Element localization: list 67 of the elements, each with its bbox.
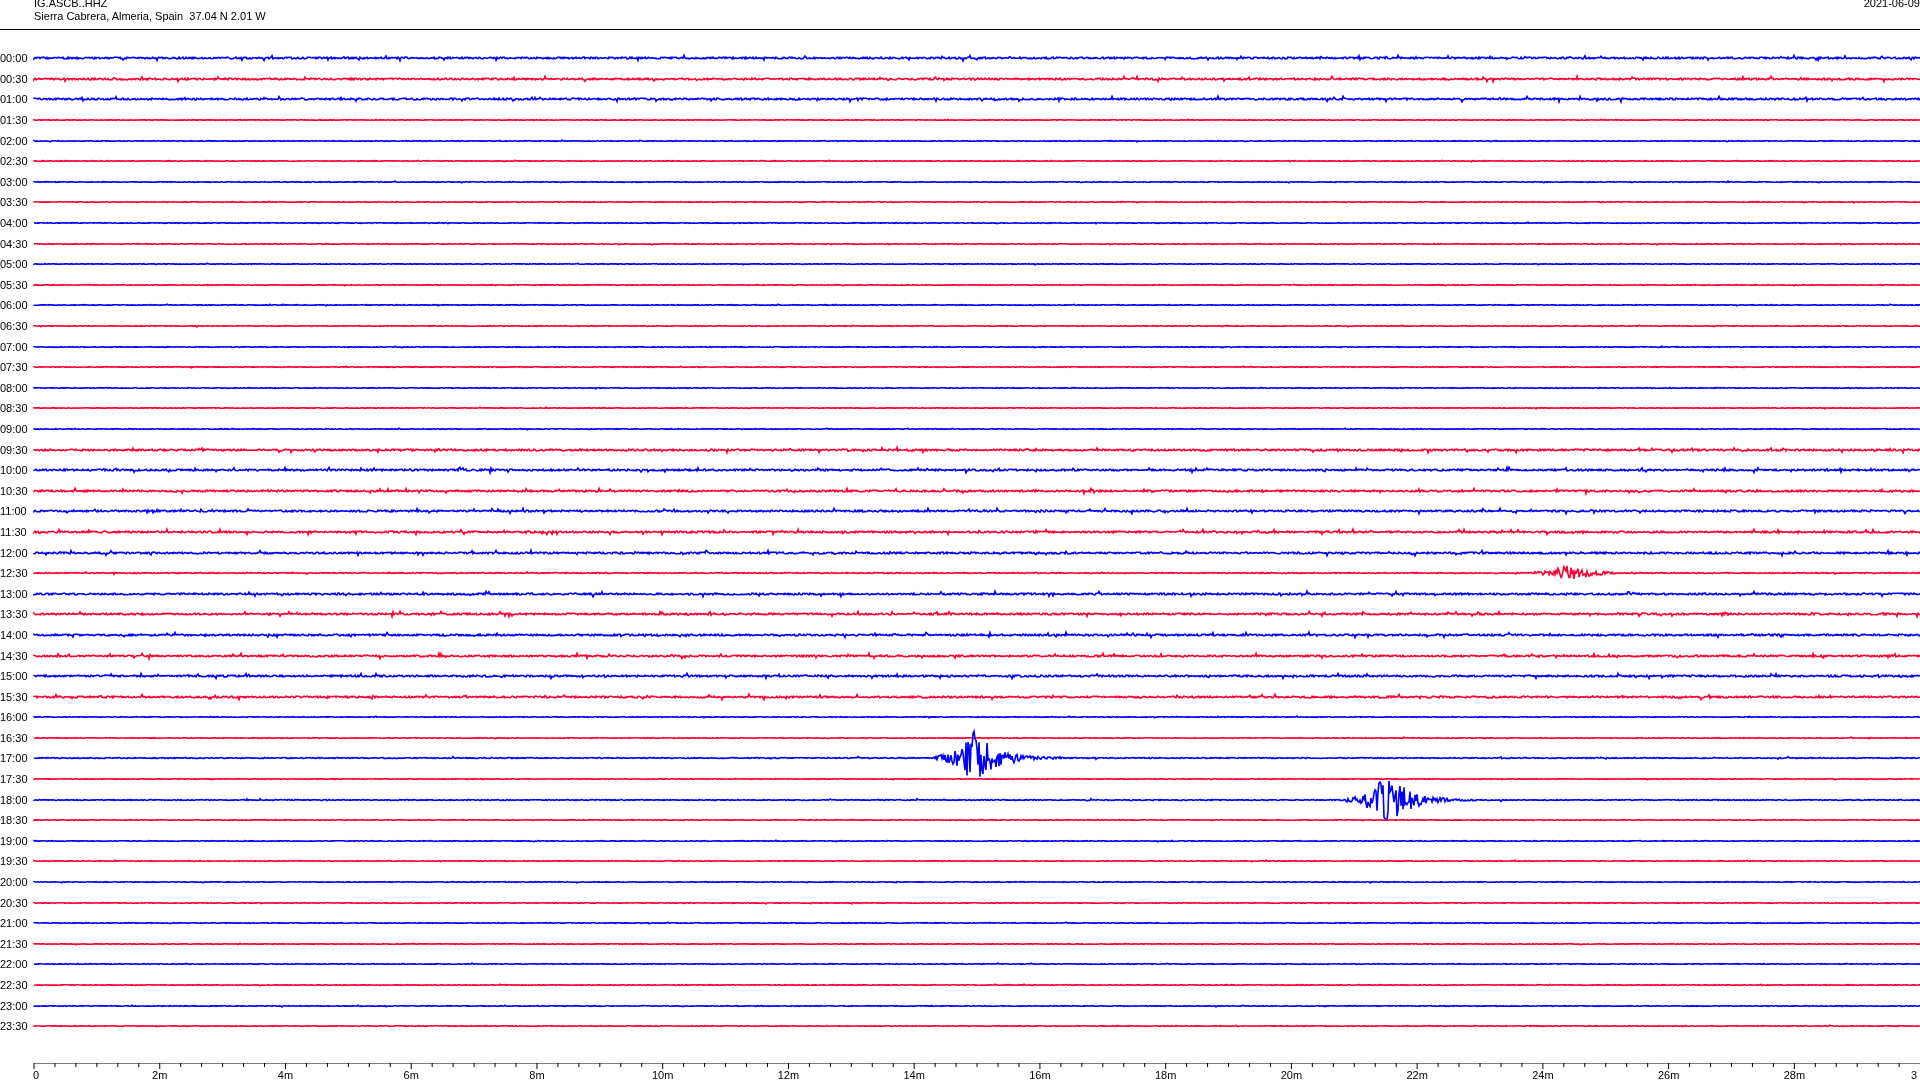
time-label: 22:30 xyxy=(0,979,29,991)
axis-label: 12m xyxy=(777,1068,800,1080)
station-code: IG.ASCB..HHZ xyxy=(34,0,109,10)
station-location: Sierra Cabrera, Almeria, Spain 37.04 N 2.01 W xyxy=(34,10,266,23)
time-label: 16:00 xyxy=(0,711,29,724)
axis-label: 22m xyxy=(1406,1068,1428,1080)
time-label: 05:00 xyxy=(0,258,29,271)
axis-label: 24m xyxy=(1532,1068,1554,1080)
time-label: 15:30 xyxy=(0,690,29,703)
axis-label: 28m xyxy=(1783,1068,1806,1080)
time-label: 11:00 xyxy=(0,505,28,518)
time-label: 04:00 xyxy=(0,217,29,230)
time-label: 03:00 xyxy=(0,175,29,188)
time-label: 04:30 xyxy=(0,237,29,250)
time-label: 14:30 xyxy=(0,649,29,662)
time-label: 16:30 xyxy=(0,731,29,744)
axis-label: 20m xyxy=(1280,1068,1303,1080)
time-label: 17:30 xyxy=(0,773,29,786)
axis-label: 2m xyxy=(152,1068,168,1080)
time-label: 14:00 xyxy=(0,628,29,641)
time-label: 01:30 xyxy=(0,114,29,127)
time-label: 11:30 xyxy=(0,525,28,538)
time-label: 13:00 xyxy=(0,587,29,600)
time-label: 08:30 xyxy=(0,402,29,415)
axis-label: 14m xyxy=(903,1068,925,1080)
time-label: 02:30 xyxy=(0,155,29,168)
time-label: 15:00 xyxy=(0,670,29,683)
time-label: 18:00 xyxy=(0,793,29,806)
time-label: 10:30 xyxy=(0,484,29,497)
time-label: 03:30 xyxy=(0,196,29,209)
time-label: 06:00 xyxy=(0,299,29,312)
time-label: 20:00 xyxy=(0,876,29,889)
time-label: 19:30 xyxy=(0,855,29,868)
time-label: 13:30 xyxy=(0,608,29,621)
time-label: 07:00 xyxy=(0,340,29,353)
axis-label: 0 xyxy=(33,1068,40,1080)
time-label: 23:30 xyxy=(0,1020,29,1033)
time-label: 06:30 xyxy=(0,320,29,332)
time-label: 01:00 xyxy=(0,93,29,106)
time-label: 19:00 xyxy=(0,834,29,847)
date-label: 2021-06-09 xyxy=(1863,0,1920,11)
time-label: 00:30 xyxy=(0,72,29,85)
time-label: 09:30 xyxy=(0,443,29,456)
time-label: 00:00 xyxy=(0,52,29,65)
time-label: 12:30 xyxy=(0,567,29,580)
axis-label: 3 xyxy=(1911,1068,1918,1080)
time-label: 10:00 xyxy=(0,464,29,477)
time-label: 22:00 xyxy=(0,958,29,971)
time-label: 08:00 xyxy=(0,381,29,394)
time-label: 23:00 xyxy=(0,999,29,1012)
axis-label: 4m xyxy=(277,1068,294,1080)
axis-label: 10m xyxy=(652,1068,674,1080)
axis-label: 18m xyxy=(1154,1068,1177,1080)
time-label: 20:30 xyxy=(0,896,29,909)
axis-label: 26m xyxy=(1657,1068,1680,1080)
time-label: 09:00 xyxy=(0,423,29,435)
time-label: 17:00 xyxy=(0,752,29,765)
axis-label: 16m xyxy=(1029,1068,1051,1080)
time-label: 18:30 xyxy=(0,814,29,827)
axis-label: 6m xyxy=(403,1068,419,1080)
time-label: 07:30 xyxy=(0,361,29,374)
time-label: 21:00 xyxy=(0,917,29,930)
time-label: 12:00 xyxy=(0,546,29,559)
time-label: 21:30 xyxy=(0,937,29,950)
time-label: 05:30 xyxy=(0,278,29,291)
axis-label: 8m xyxy=(529,1068,545,1080)
time-label: 02:00 xyxy=(0,134,29,147)
